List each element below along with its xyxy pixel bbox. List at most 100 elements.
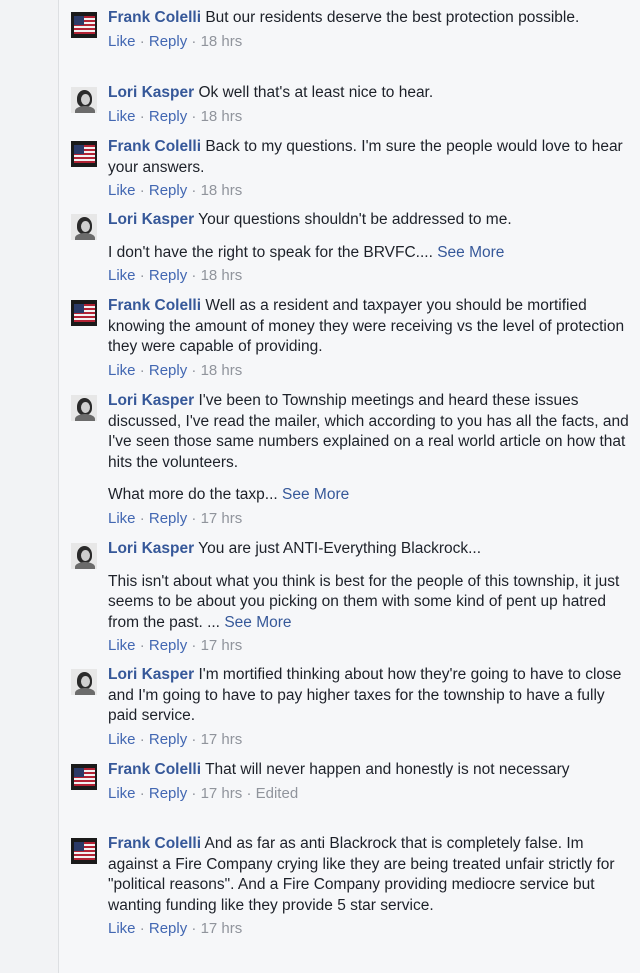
comment-message: This isn't about what you think is best … <box>108 572 620 631</box>
comment-text: Frank Colelli And as far as anti Blackro… <box>108 834 631 916</box>
portrait-avatar[interactable] <box>71 87 97 113</box>
comment-author-link[interactable]: Lori Kasper <box>108 666 194 683</box>
comment-body: Frank Colelli And as far as anti Blackro… <box>108 834 631 939</box>
reply-button[interactable]: Reply <box>149 33 187 50</box>
like-button[interactable]: Like <box>108 108 136 125</box>
separator-dot: · <box>246 784 252 802</box>
portrait-avatar[interactable] <box>71 214 97 240</box>
comment-timestamp[interactable]: 17 hrs <box>201 785 243 802</box>
comment-text: Lori Kasper I've been to Township meetin… <box>108 391 631 506</box>
separator-dot: · <box>139 730 145 748</box>
comment-actions: Like · Reply · 17 hrs <box>108 509 631 529</box>
comment-paragraph: What more do the taxp... See More <box>108 485 631 506</box>
comment-author-link[interactable]: Lori Kasper <box>108 211 194 228</box>
comment-text: Lori Kasper You are just ANTI-Everything… <box>108 539 631 633</box>
flag-avatar[interactable] <box>71 141 97 167</box>
comment-paragraph: Frank Colelli That will never happen and… <box>108 760 631 781</box>
comment-timestamp[interactable]: 18 hrs <box>201 182 243 199</box>
separator-dot: · <box>191 267 197 284</box>
comment-text: Frank Colelli Back to my questions. I'm … <box>108 137 631 178</box>
comment-text: Frank Colelli Well as a resident and tax… <box>108 296 631 358</box>
like-button[interactable]: Like <box>108 731 136 748</box>
comment-paragraph: Frank Colelli Back to my questions. I'm … <box>108 137 631 178</box>
separator-dot: · <box>139 920 145 937</box>
reply-button[interactable]: Reply <box>149 108 187 125</box>
comment-thread: Frank Colelli But our residents deserve … <box>58 0 640 973</box>
portrait-avatar[interactable] <box>71 395 97 421</box>
comment-timestamp[interactable]: 18 hrs <box>201 108 243 125</box>
comment-body: Frank Colelli But our residents deserve … <box>108 8 631 52</box>
flag-avatar[interactable] <box>71 764 97 790</box>
comment-paragraph: Lori Kasper Ok well that's at least nice… <box>108 83 631 104</box>
comment-timestamp[interactable]: 17 hrs <box>201 637 243 654</box>
separator-dot: · <box>191 182 197 199</box>
comment-text: Frank Colelli That will never happen and… <box>108 760 631 781</box>
comment-message: That will never happen and honestly is n… <box>205 761 570 778</box>
comment-timestamp[interactable]: 18 hrs <box>201 267 243 284</box>
comment-body: Lori Kasper You are just ANTI-Everything… <box>108 539 631 656</box>
comment-timestamp[interactable]: 17 hrs <box>201 920 243 937</box>
like-button[interactable]: Like <box>108 637 136 654</box>
flag-avatar[interactable] <box>71 300 97 326</box>
see-more-link[interactable]: See More <box>437 244 504 261</box>
flag-avatar[interactable] <box>71 838 97 864</box>
comment-paragraph: I don't have the right to speak for the … <box>108 243 631 264</box>
comment-actions: Like · Reply · 18 hrs <box>108 107 631 127</box>
comment-author-link[interactable]: Frank Colelli <box>108 297 201 314</box>
comment-paragraph: Frank Colelli And as far as anti Blackro… <box>108 834 631 916</box>
like-button[interactable]: Like <box>108 182 136 199</box>
reply-button[interactable]: Reply <box>149 510 187 527</box>
comment-author-link[interactable]: Frank Colelli <box>108 835 201 852</box>
comment-text: Lori Kasper I'm mortified thinking about… <box>108 665 631 727</box>
comment-timestamp[interactable]: 17 hrs <box>201 510 243 527</box>
see-more-link[interactable]: See More <box>224 614 291 631</box>
comment-actions: Like · Reply · 18 hrs <box>108 32 631 52</box>
reply-button[interactable]: Reply <box>149 637 187 654</box>
separator-dot: · <box>139 361 145 379</box>
reply-button[interactable]: Reply <box>149 182 187 199</box>
comment-author-link[interactable]: Lori Kasper <box>108 540 194 557</box>
separator-dot: · <box>139 32 145 50</box>
comment-author-link[interactable]: Lori Kasper <box>108 84 194 101</box>
comment-author-link[interactable]: Frank Colelli <box>108 761 201 778</box>
comment-author-link[interactable]: Frank Colelli <box>108 9 201 26</box>
comment-author-link[interactable]: Lori Kasper <box>108 392 194 409</box>
comment-body: Frank Colelli Back to my questions. I'm … <box>108 137 631 201</box>
separator-dot: · <box>191 361 197 379</box>
comment-timestamp[interactable]: 18 hrs <box>201 362 243 379</box>
separator-dot: · <box>191 730 197 748</box>
portrait-avatar[interactable] <box>71 543 97 569</box>
reply-button[interactable]: Reply <box>149 731 187 748</box>
reply-button[interactable]: Reply <box>149 362 187 379</box>
separator-dot: · <box>139 107 145 125</box>
like-button[interactable]: Like <box>108 33 136 50</box>
like-button[interactable]: Like <box>108 920 136 937</box>
like-button[interactable]: Like <box>108 785 136 802</box>
comment-paragraph: Frank Colelli Well as a resident and tax… <box>108 296 631 358</box>
comment-message: But our residents deserve the best prote… <box>205 9 580 26</box>
flag-avatar[interactable] <box>71 12 97 38</box>
reply-button[interactable]: Reply <box>149 920 187 937</box>
like-button[interactable]: Like <box>108 267 136 284</box>
see-more-link[interactable]: See More <box>282 486 349 503</box>
comment-actions: Like · Reply · 18 hrs <box>108 361 631 381</box>
comment-paragraph: Frank Colelli But our residents deserve … <box>108 8 631 29</box>
edited-label[interactable]: Edited <box>256 785 299 802</box>
like-button[interactable]: Like <box>108 362 136 379</box>
like-button[interactable]: Like <box>108 510 136 527</box>
separator-dot: · <box>139 267 145 284</box>
separator-dot: · <box>191 637 197 654</box>
comment-paragraph: Lori Kasper I've been to Township meetin… <box>108 391 631 473</box>
comment-timestamp[interactable]: 18 hrs <box>201 33 243 50</box>
separator-dot: · <box>191 32 197 50</box>
portrait-avatar[interactable] <box>71 669 97 695</box>
reply-button[interactable]: Reply <box>149 785 187 802</box>
separator-dot: · <box>139 637 145 654</box>
comment-text: Lori Kasper Ok well that's at least nice… <box>108 83 631 104</box>
comment-author-link[interactable]: Frank Colelli <box>108 138 201 155</box>
reply-button[interactable]: Reply <box>149 267 187 284</box>
comment-timestamp[interactable]: 17 hrs <box>201 731 243 748</box>
comment-message: What more do the taxp... <box>108 486 278 503</box>
comment-actions: Like · Reply · 17 hrs <box>108 636 631 656</box>
comment-paragraph: Lori Kasper Your questions shouldn't be … <box>108 210 631 231</box>
